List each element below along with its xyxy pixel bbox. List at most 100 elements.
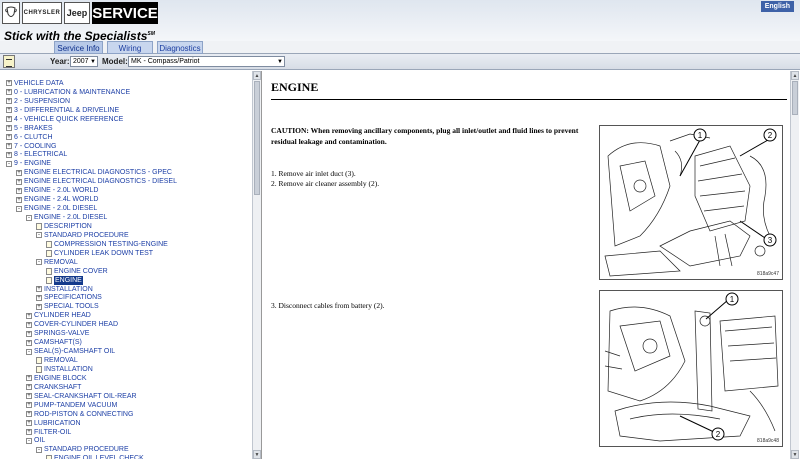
ram-logo: [2, 2, 20, 24]
expand-icon[interactable]: +: [36, 286, 42, 293]
print-icon[interactable]: [3, 55, 15, 68]
expand-icon[interactable]: +: [6, 80, 12, 87]
expand-icon[interactable]: +: [26, 429, 32, 436]
tree-item[interactable]: ENGINE COVER: [0, 267, 252, 276]
scroll-down-icon[interactable]: ▼: [791, 450, 799, 459]
document-scroll-thumb[interactable]: [792, 81, 798, 115]
expand-icon[interactable]: +: [26, 402, 32, 409]
tree-item[interactable]: + LUBRICATION: [0, 419, 252, 428]
tree-item[interactable]: -9 - ENGINE: [0, 159, 252, 168]
expand-icon[interactable]: +: [6, 125, 12, 132]
tree-item[interactable]: CYLINDER LEAK DOWN TEST: [0, 249, 252, 258]
tree-item[interactable]: + SPECIFICATIONS: [0, 294, 252, 303]
expand-icon[interactable]: +: [6, 143, 12, 150]
tree-item[interactable]: +6 - CLUTCH: [0, 133, 252, 142]
expand-icon[interactable]: +: [16, 169, 22, 176]
tree-item[interactable]: - ENGINE - 2.0L DIESEL: [0, 204, 252, 213]
expand-icon[interactable]: +: [36, 303, 42, 310]
tree-item[interactable]: ENGINE OIL LEVEL CHECK: [0, 454, 252, 459]
expand-icon[interactable]: +: [26, 384, 32, 391]
collapse-icon[interactable]: -: [36, 446, 42, 453]
expand-icon[interactable]: +: [16, 178, 22, 185]
language-button[interactable]: English: [760, 1, 794, 12]
tree-item[interactable]: +4 - VEHICLE QUICK REFERENCE: [0, 115, 252, 124]
tree-item[interactable]: DESCRIPTION: [0, 222, 252, 231]
expand-icon[interactable]: +: [26, 411, 32, 418]
tree-item[interactable]: - OIL: [0, 437, 252, 446]
expand-icon[interactable]: +: [26, 375, 32, 382]
document-scrollbar[interactable]: ▲ ▼: [790, 71, 799, 459]
tree-item[interactable]: + ENGINE ELECTRICAL DIAGNOSTICS - GPEC: [0, 168, 252, 177]
tree-item[interactable]: REMOVAL: [0, 356, 252, 365]
tree-item-label: 9 - ENGINE: [14, 160, 51, 168]
expand-icon[interactable]: +: [16, 187, 22, 194]
collapse-icon[interactable]: -: [36, 259, 42, 266]
expand-icon[interactable]: +: [6, 116, 12, 123]
expand-icon[interactable]: +: [26, 321, 32, 328]
tree-item[interactable]: +3 - DIFFERENTIAL & DRIVELINE: [0, 106, 252, 115]
scroll-up-icon[interactable]: ▲: [791, 71, 799, 80]
expand-icon[interactable]: +: [26, 339, 32, 346]
expand-icon[interactable]: +: [26, 393, 32, 400]
expand-icon[interactable]: +: [6, 89, 12, 96]
tree-item[interactable]: +0 - LUBRICATION & MAINTENANCE: [0, 88, 252, 97]
tree-item[interactable]: +2 - SUSPENSION: [0, 97, 252, 106]
tree-item[interactable]: + FILTER-OIL: [0, 428, 252, 437]
scroll-up-icon[interactable]: ▲: [253, 71, 261, 80]
expand-icon[interactable]: +: [26, 330, 32, 337]
tree-item-label: ENGINE: [54, 275, 83, 285]
tree-item[interactable]: + ENGINE ELECTRICAL DIAGNOSTICS - DIESEL: [0, 177, 252, 186]
tree-item[interactable]: + INSTALLATION: [0, 285, 252, 294]
tree-item[interactable]: + ENGINE BLOCK: [0, 374, 252, 383]
expand-icon[interactable]: +: [6, 134, 12, 141]
expand-icon[interactable]: +: [6, 98, 12, 105]
tree-item[interactable]: - STANDARD PROCEDURE: [0, 231, 252, 240]
expand-icon[interactable]: +: [26, 312, 32, 319]
tree-item[interactable]: + ENGINE - 2.0L WORLD: [0, 186, 252, 195]
collapse-icon[interactable]: -: [6, 160, 12, 167]
tree-item[interactable]: ENGINE: [0, 275, 252, 285]
tree-item[interactable]: - ENGINE - 2.0L DIESEL: [0, 213, 252, 222]
tree-item[interactable]: - SEAL(S)-CAMSHAFT OIL: [0, 347, 252, 356]
tree-item[interactable]: +5 - BRAKES: [0, 124, 252, 133]
collapse-icon[interactable]: -: [36, 232, 42, 239]
tree-item-label: LUBRICATION: [34, 419, 81, 427]
collapse-icon[interactable]: -: [26, 214, 32, 221]
collapse-icon[interactable]: -: [16, 205, 22, 212]
tree-item[interactable]: + ENGINE - 2.4L WORLD: [0, 195, 252, 204]
tree-item[interactable]: + CRANKSHAFT: [0, 383, 252, 392]
tree-item-label: OIL: [34, 437, 46, 445]
tree-item[interactable]: + CYLINDER HEAD: [0, 311, 252, 320]
expand-icon[interactable]: +: [6, 107, 12, 114]
tab-wiring[interactable]: Wiring: [107, 41, 153, 54]
expand-icon[interactable]: +: [26, 420, 32, 427]
tree-item[interactable]: + ROD-PISTON & CONNECTING: [0, 410, 252, 419]
tree-item[interactable]: + SPRINGS-VALVE: [0, 329, 252, 338]
tree-item[interactable]: - STANDARD PROCEDURE: [0, 445, 252, 454]
expand-icon[interactable]: +: [36, 294, 42, 301]
model-select[interactable]: MK - Compass/Patriot ▼: [128, 56, 285, 67]
year-select[interactable]: 2007 ▼: [70, 56, 98, 67]
expand-icon[interactable]: +: [16, 196, 22, 203]
tree-item-label: FILTER-OIL: [34, 428, 72, 436]
tree-item[interactable]: + SPECIAL TOOLS: [0, 302, 252, 311]
collapse-icon[interactable]: -: [26, 348, 32, 355]
tree-item[interactable]: + SEAL-CRANKSHAFT OIL-REAR: [0, 392, 252, 401]
tree-item[interactable]: +7 - COOLING: [0, 142, 252, 151]
tree-item[interactable]: + CAMSHAFT(S): [0, 338, 252, 347]
collapse-icon[interactable]: -: [26, 437, 32, 444]
expand-icon[interactable]: +: [6, 151, 12, 158]
tree-item[interactable]: + VEHICLE DATA: [0, 79, 252, 88]
tree-item[interactable]: INSTALLATION: [0, 365, 252, 374]
tree-scroll-thumb[interactable]: [254, 81, 260, 195]
tree-item[interactable]: COMPRESSION TESTING-ENGINE: [0, 240, 252, 249]
tree-scrollbar[interactable]: ▲ ▼: [252, 71, 261, 459]
tree-item[interactable]: + COVER-CYLINDER HEAD: [0, 320, 252, 329]
tab-service-info[interactable]: Service Info: [54, 41, 103, 54]
tab-diagnostics[interactable]: Diagnostics: [157, 41, 203, 54]
scroll-down-icon[interactable]: ▼: [253, 450, 261, 459]
tree-item[interactable]: + PUMP-TANDEM VACUUM: [0, 401, 252, 410]
tree-item[interactable]: - REMOVAL: [0, 258, 252, 267]
tree-item[interactable]: +8 - ELECTRICAL: [0, 151, 252, 160]
document-icon: [46, 267, 52, 275]
